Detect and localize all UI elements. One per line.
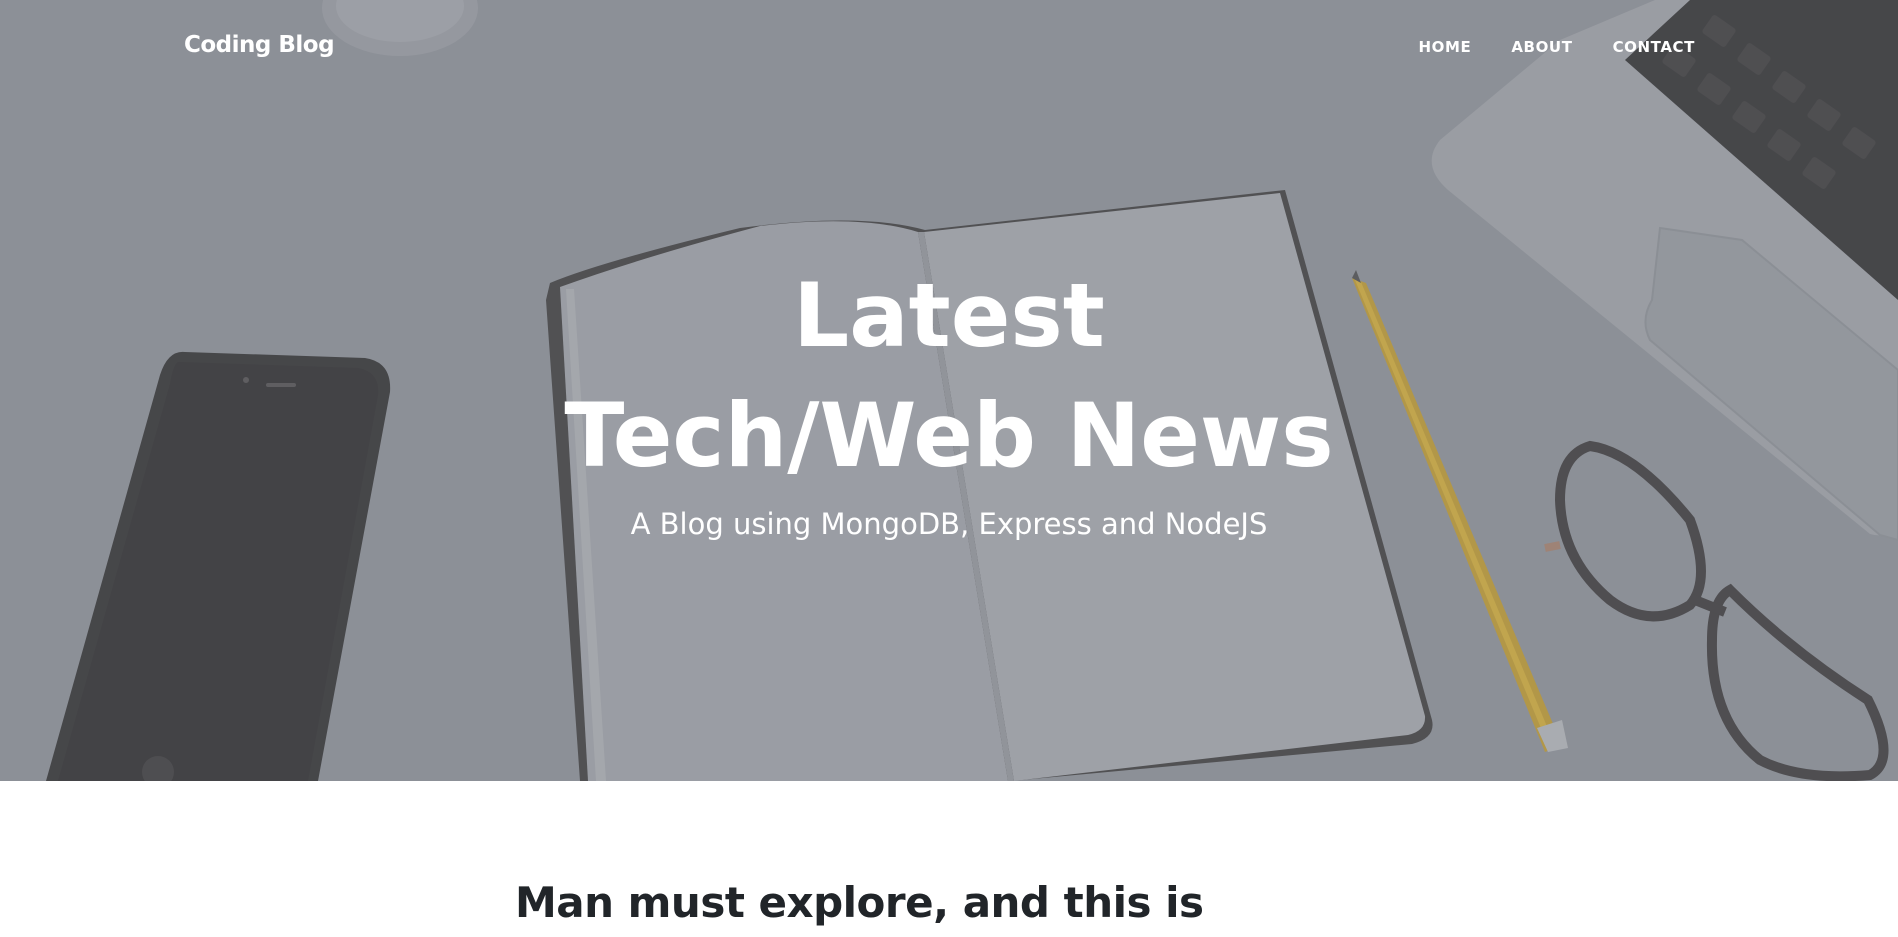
hero-subheading: A Blog using MongoDB, Express and NodeJS: [630, 507, 1268, 541]
hero-title: Latest Tech/Web News: [0, 256, 1898, 496]
post-list: Man must explore, and this is: [0, 781, 1898, 937]
nav-link-contact[interactable]: CONTACT: [1613, 38, 1695, 56]
hero-title-line-2: Tech/Web News: [564, 384, 1334, 487]
top-navigation: Coding Blog HOME ABOUT CONTACT: [0, 0, 1898, 96]
masthead: Coding Blog HOME ABOUT CONTACT Latest Te…: [0, 0, 1898, 781]
nav-menu: HOME ABOUT CONTACT: [1418, 38, 1695, 56]
hero-title-line-1: Latest: [793, 264, 1105, 367]
nav-link-about[interactable]: ABOUT: [1511, 38, 1572, 56]
post-preview-title[interactable]: Man must explore, and this is: [515, 878, 1204, 927]
site-heading: Latest Tech/Web News A Blog using MongoD…: [0, 256, 1898, 542]
nav-link-home[interactable]: HOME: [1418, 38, 1471, 56]
brand-logo-link[interactable]: Coding Blog: [184, 32, 335, 58]
